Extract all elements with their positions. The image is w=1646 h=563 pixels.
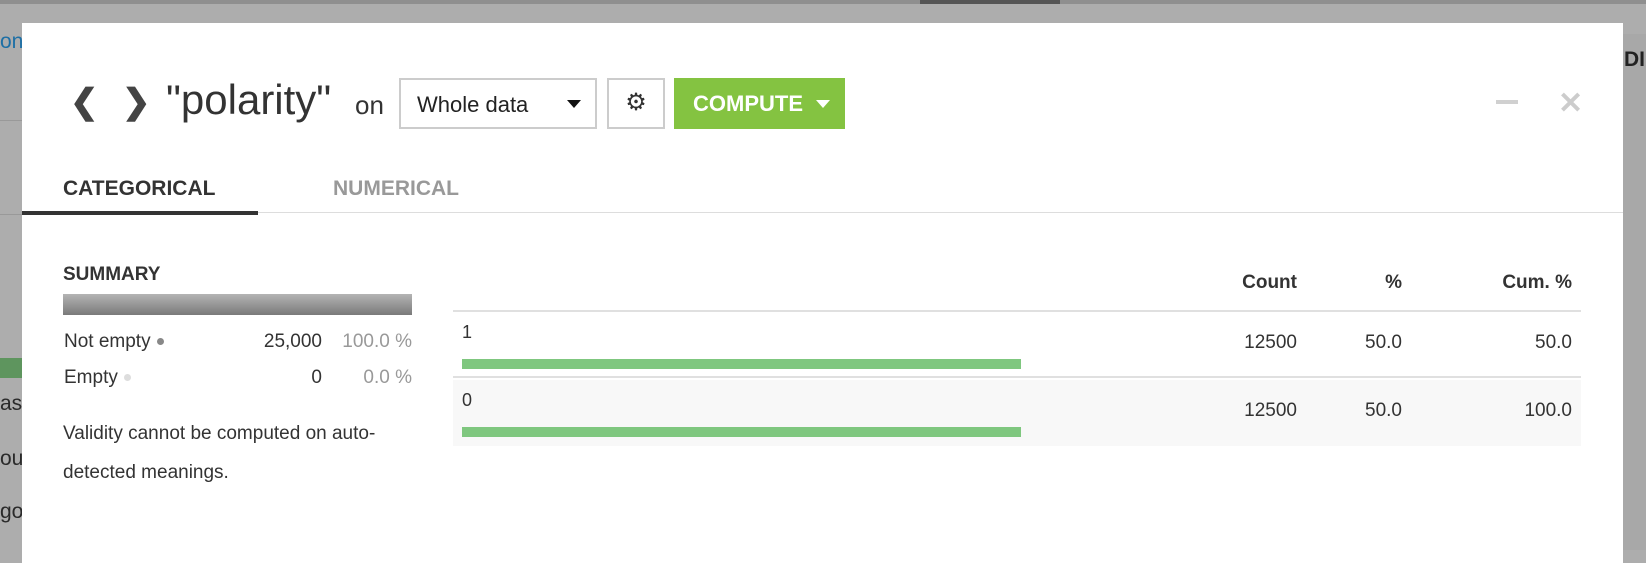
tab-categorical[interactable]: CATEGORICAL: [63, 177, 215, 201]
pct-cell: 50.0: [1365, 400, 1402, 421]
dot-icon: [123, 374, 131, 382]
summary-title: SUMMARY: [63, 264, 161, 285]
gear-icon: ⚙: [625, 89, 647, 116]
sample-select-value: Whole data: [417, 92, 529, 117]
compute-button[interactable]: COMPUTE: [674, 78, 845, 129]
cum-pct-cell: 100.0: [1524, 400, 1572, 421]
column-title: "polarity": [166, 76, 332, 123]
background-link: onf: [0, 30, 22, 53]
background-text: ou: [0, 447, 22, 470]
tabs-divider: [22, 212, 1623, 213]
background-text: go: [0, 500, 22, 523]
background-right-panel: [1623, 34, 1646, 550]
background-divider: [0, 120, 22, 121]
tab-numerical[interactable]: NUMERICAL: [333, 177, 459, 201]
chevron-left-icon[interactable]: ❮: [70, 82, 99, 122]
column-header-pct: %: [1385, 272, 1402, 293]
background-green-bar: [0, 358, 22, 378]
cum-pct-cell: 50.0: [1535, 332, 1572, 353]
chevron-right-icon[interactable]: ❯: [122, 82, 151, 122]
column-header-count: Count: [1242, 272, 1297, 293]
background-divider: [0, 214, 22, 215]
caret-down-icon: [816, 100, 830, 108]
on-label: on: [355, 90, 384, 120]
share-bar: [462, 359, 1021, 369]
caret-down-icon: [567, 100, 581, 108]
dot-icon: [156, 338, 164, 346]
summary-label: Empty: [64, 367, 118, 388]
category-value: 0: [462, 390, 473, 410]
background-top-bar: [0, 0, 1646, 4]
summary-bar: [63, 294, 412, 315]
summary-row-empty: Empty 0 0.0 %: [64, 367, 412, 391]
minus-icon[interactable]: [1496, 100, 1518, 104]
pct-cell: 50.0: [1365, 332, 1402, 353]
active-tab-indicator: [22, 211, 258, 215]
category-value: 1: [462, 322, 473, 342]
column-header-cum-pct: Cum. %: [1502, 272, 1572, 293]
summary-value: 0: [311, 367, 322, 388]
summary-row-not-empty: Not empty 25,000 100.0 %: [64, 331, 412, 355]
background-tab-indicator: [920, 0, 1060, 4]
count-cell: 12500: [1244, 332, 1297, 353]
close-icon[interactable]: ✕: [1558, 86, 1583, 121]
summary-pct: 0.0 %: [363, 367, 412, 388]
background-text: as: [0, 392, 22, 415]
share-bar: [462, 427, 1021, 437]
validity-note: Validity cannot be computed on auto-dete…: [63, 423, 376, 483]
summary-pct: 100.0 %: [342, 331, 412, 352]
summary-label: Not empty: [64, 331, 151, 352]
table-row: 1 12500 50.0 50.0: [453, 312, 1581, 378]
table-row: 0 12500 50.0 100.0: [453, 380, 1581, 446]
compute-label: COMPUTE: [693, 91, 803, 116]
settings-button[interactable]: ⚙: [607, 78, 665, 129]
count-cell: 12500: [1244, 400, 1297, 421]
background-right-text: DI: [1624, 48, 1645, 71]
sample-select[interactable]: Whole data: [399, 78, 597, 129]
summary-value: 25,000: [263, 331, 322, 352]
